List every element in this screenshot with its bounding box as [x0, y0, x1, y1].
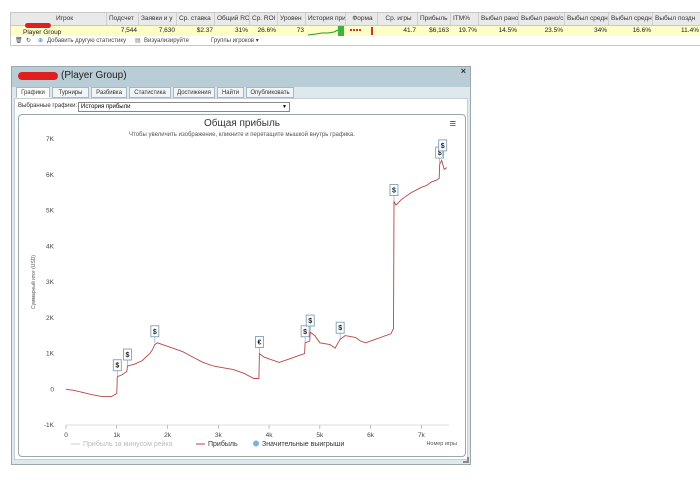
cell-mid-bust: 34% [593, 27, 607, 34]
col-header[interactable]: ITM% [451, 13, 479, 25]
cell-early-bust: 14.5% [498, 27, 517, 34]
x-tick-label: 1k [113, 432, 121, 439]
add-stats-icon: ⊕ [38, 38, 44, 44]
cell-total-roi: 31% [234, 27, 248, 34]
menu-icon[interactable]: ≡ [450, 118, 456, 130]
cell-avg-stake: $2.37 [196, 27, 213, 34]
table-row[interactable]: Player Group 7,544 7,630 $2.37 31% 26.6%… [11, 23, 700, 36]
chart-title: Общая прибыль [204, 117, 280, 129]
tab-find[interactable]: Найти [217, 87, 244, 98]
big-win-symbol: $ [441, 143, 445, 150]
cell-profit: $6,163 [429, 27, 449, 34]
y-axis-label: Суммарный итог (USD) [30, 255, 37, 309]
col-header[interactable]: Ср. ROI [250, 13, 278, 25]
chart-selector[interactable]: История прибыли ▼ [78, 102, 290, 112]
x-tick-label: 0 [64, 432, 68, 439]
col-header[interactable]: Выбыл средн [565, 13, 609, 25]
big-win-symbol: € [257, 340, 261, 347]
legend-item: Значительные выигрыши [262, 441, 344, 448]
player-groups-menu[interactable]: Группы игроков ▾ [211, 37, 259, 46]
profit-history-sparkline [308, 26, 344, 36]
x-axis-label: Номер игры [426, 441, 457, 447]
y-tick-label: 5K [46, 208, 55, 215]
refresh-icon[interactable]: ↻ [26, 37, 31, 46]
table-header: Игрок Подсчет Заявки и у Ср. ставка Общи… [11, 13, 700, 26]
stats-table: Игрок Подсчет Заявки и у Ср. ставка Общи… [10, 12, 700, 46]
x-tick-label: 6k [367, 432, 375, 439]
cell-mid-bust-2: 16.6% [632, 27, 651, 34]
visualize-link[interactable]: Визуализируйте [144, 37, 189, 46]
cell-avg-roi: 26.6% [257, 27, 276, 34]
y-tick-label: 7K [46, 136, 55, 143]
player-name-redacted [18, 72, 58, 80]
chart-container: Общая прибыль Чтобы увеличить изображение… [18, 114, 466, 457]
cell-late-bust: 11.4% [681, 27, 699, 34]
y-tick-label: -1K [44, 422, 55, 429]
cell-avg-games: 41.7 [403, 27, 416, 34]
x-tick-label: 2k [164, 432, 172, 439]
col-header[interactable]: Ср. ставка [177, 13, 215, 25]
col-header[interactable]: Выбыл поздн [653, 13, 700, 25]
cell-entries: 7,630 [158, 27, 175, 34]
big-win-symbol: $ [308, 318, 312, 325]
col-header[interactable]: Выбыл рано/с [519, 13, 565, 25]
y-tick-label: 6K [46, 172, 55, 179]
col-header[interactable]: Форма [346, 13, 378, 25]
col-header[interactable]: Общий ROI [215, 13, 250, 25]
big-win-symbol: $ [125, 352, 129, 359]
x-tick-label: 3k [215, 432, 223, 439]
player-group-window: (Player Group) × Графики Турниры Разбивк… [11, 66, 471, 465]
col-header[interactable]: Ср. игры [378, 13, 418, 25]
tab-publish[interactable]: Опубликовать [246, 87, 294, 98]
table-toolbar: 🗑 ↻ ⊕ Добавить другую статистику ▤ Визуа… [11, 37, 700, 46]
col-header[interactable]: Подсчет [107, 13, 139, 25]
cell-early-bust-2: 23.5% [544, 27, 563, 34]
tab-charts[interactable]: Графики [16, 87, 50, 98]
legend-swatch [253, 440, 259, 447]
window-titlebar[interactable]: (Player Group) × [12, 66, 470, 87]
chevron-down-icon: ▼ [282, 104, 287, 110]
chart-selector-label: Выбранные графики: [18, 103, 78, 109]
y-tick-label: 0 [50, 386, 54, 393]
x-tick-label: 7k [418, 432, 426, 439]
big-win-symbol: $ [153, 329, 157, 336]
tab-tournaments[interactable]: Турниры [52, 87, 89, 98]
chart-selector-value: История прибыли [81, 104, 131, 110]
resize-handle-icon[interactable] [463, 457, 469, 463]
trash-icon[interactable]: 🗑 [15, 37, 23, 46]
charts-panel: Выбранные графики: История прибыли ▼ Общ… [14, 98, 468, 460]
window-title: (Player Group) [61, 70, 127, 81]
close-icon[interactable]: × [461, 66, 466, 76]
cell-itm: 19.7% [458, 27, 477, 34]
big-win-symbol: $ [392, 188, 396, 195]
profit-chart[interactable]: Общая прибыль Чтобы увеличить изображение… [19, 115, 465, 456]
x-tick-label: 4k [266, 432, 274, 439]
form-sparkline [350, 27, 373, 35]
tab-breakdown[interactable]: Разбивка [91, 87, 127, 98]
legend-item: Прибыль за минусом рейка [83, 440, 173, 448]
big-win-symbol: $ [338, 325, 342, 332]
tab-achievements[interactable]: Достижения [173, 87, 215, 98]
y-tick-label: 4K [46, 243, 55, 250]
col-header[interactable]: Уровен [278, 13, 306, 25]
y-tick-label: 3K [46, 279, 55, 286]
big-win-symbol: $ [303, 329, 307, 336]
add-stats-link[interactable]: Добавить другую статистику [47, 37, 126, 46]
y-tick-label: 2K [46, 315, 55, 322]
visualize-icon: ▤ [135, 38, 141, 44]
col-header[interactable]: Заявки и у [139, 13, 177, 25]
col-header[interactable]: Выбыл средне [609, 13, 653, 25]
cell-count: 7,544 [120, 27, 137, 34]
tab-statistics[interactable]: Статистика [129, 87, 171, 98]
col-header[interactable]: История при [306, 13, 346, 25]
col-header[interactable]: Выбыл рано [479, 13, 519, 25]
cell-level: 73 [296, 27, 304, 34]
y-tick-label: 1K [46, 351, 55, 358]
x-tick-label: 5k [316, 432, 324, 439]
chart-subtitle: Чтобы увеличить изображение, кликните и … [129, 131, 355, 138]
col-header[interactable]: Прибыль [418, 13, 451, 25]
legend-item: Прибыль [208, 440, 238, 448]
big-win-symbol: $ [115, 363, 119, 370]
